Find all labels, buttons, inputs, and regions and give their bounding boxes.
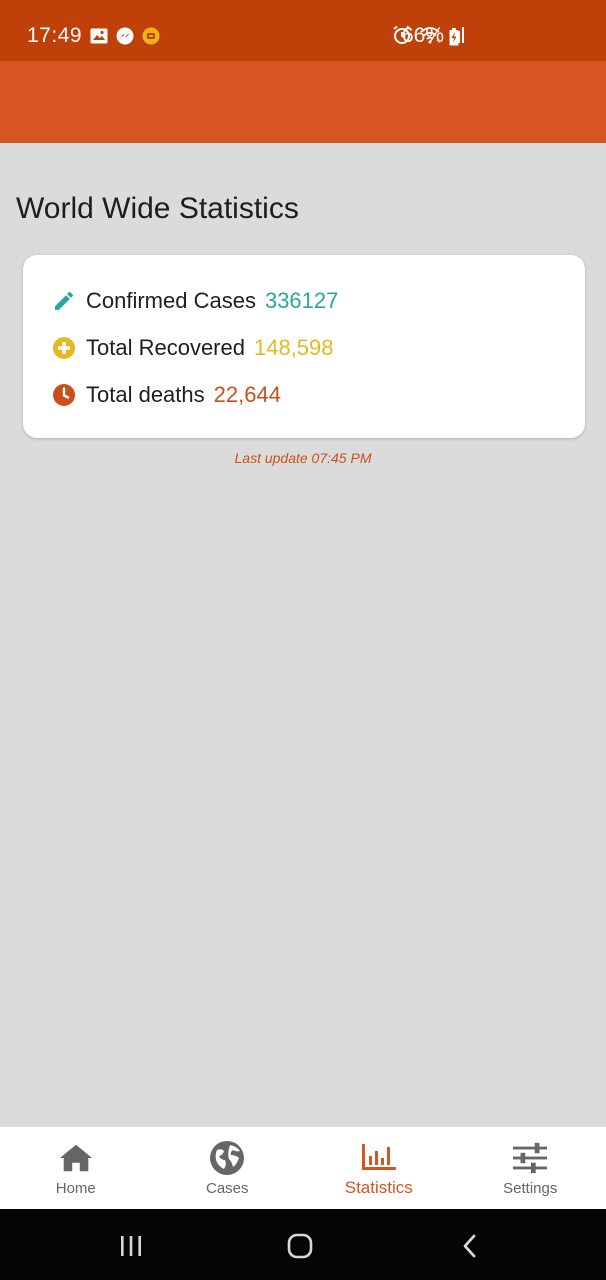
- page-title: World Wide Statistics: [16, 192, 299, 225]
- sliders-icon: [512, 1140, 548, 1176]
- status-time: 17:49: [27, 24, 83, 47]
- gallery-icon: [90, 28, 108, 49]
- last-update-text: Last update 07:45 PM: [234, 450, 372, 466]
- stat-label: Total Recovered: [86, 335, 245, 360]
- stat-row-recovered: Total Recovered 148,598: [52, 333, 334, 363]
- nav-item-statistics[interactable]: Statistics: [303, 1127, 455, 1209]
- home-system-button[interactable]: [285, 1231, 315, 1261]
- statistics-card: Confirmed Cases 336127 Total Recovered 1…: [23, 255, 585, 438]
- stat-label: Confirmed Cases: [86, 288, 256, 313]
- stat-label: Total deaths: [86, 382, 205, 407]
- nav-item-home[interactable]: Home: [0, 1127, 152, 1209]
- battery-percent: 66%: [402, 24, 445, 47]
- clock-icon: [52, 383, 76, 407]
- nav-label: Settings: [503, 1180, 558, 1197]
- stat-value: 336127: [264, 288, 339, 313]
- battery-icon: [449, 28, 459, 51]
- app-notification-icon: [142, 27, 160, 50]
- stat-value: 148,598: [253, 335, 334, 360]
- messenger-icon: [116, 27, 134, 50]
- status-bar: 17:49 + 66%: [0, 0, 606, 61]
- stat-row-confirmed: Confirmed Cases 336127: [52, 286, 338, 316]
- stat-value: 22,644: [213, 382, 281, 407]
- bar-chart-icon: [361, 1140, 397, 1176]
- status-notification-icons: [90, 27, 160, 50]
- system-navigation-bar: [0, 1209, 606, 1280]
- nav-item-settings[interactable]: Settings: [455, 1127, 606, 1209]
- pencil-icon: [52, 289, 76, 313]
- home-icon: [58, 1140, 94, 1176]
- globe-icon: [209, 1140, 245, 1176]
- nav-label: Cases: [205, 1180, 249, 1197]
- recent-apps-button[interactable]: [116, 1231, 146, 1261]
- nav-label: Home: [55, 1180, 96, 1197]
- app-bar: [0, 61, 606, 143]
- back-button[interactable]: [455, 1231, 485, 1261]
- bottom-navigation: Home Cases Statistics Settings: [0, 1127, 606, 1209]
- stat-row-deaths: Total deaths 22,644: [52, 380, 281, 410]
- nav-label: Statistics: [344, 1178, 413, 1197]
- plus-circle-icon: [52, 336, 76, 360]
- nav-item-cases[interactable]: Cases: [152, 1127, 304, 1209]
